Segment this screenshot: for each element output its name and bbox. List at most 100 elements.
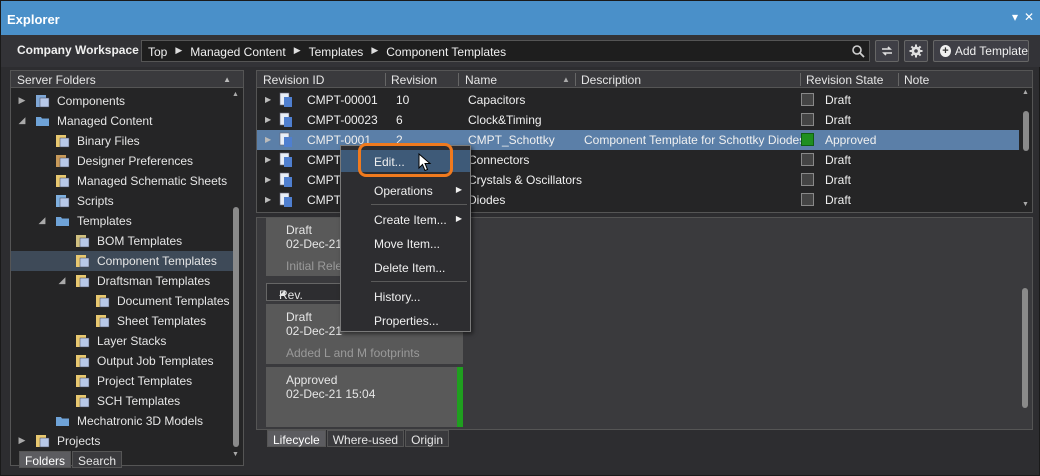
tree-item-label: Draftsman Templates — [97, 274, 211, 288]
tree-item-project-templates[interactable]: Project Templates — [11, 371, 233, 391]
menu-item-label: History... — [374, 290, 421, 304]
folder-icon — [36, 117, 49, 126]
col-revision-id[interactable]: Revision ID — [263, 73, 324, 87]
tab-search[interactable]: Search — [72, 451, 123, 468]
col-name[interactable]: Name — [465, 73, 497, 87]
tree-item-label: Managed Schematic Sheets — [77, 174, 228, 188]
binary-files-icon — [56, 135, 70, 148]
breadcrumb-managed-content[interactable]: Managed Content — [190, 45, 285, 59]
expand-icon[interactable]: ▶ — [265, 155, 271, 164]
tree-item-draftsman-templates[interactable]: ◢ Draftsman Templates — [11, 271, 233, 291]
menu-item-create-item[interactable]: Create Item... ▶ — [341, 208, 470, 230]
tree-item-label: Sheet Templates — [117, 314, 207, 328]
menu-item-label: Create Item... — [374, 213, 447, 227]
tree-item-output-job-templates[interactable]: Output Job Templates — [11, 351, 233, 371]
settings-button[interactable] — [904, 40, 928, 62]
menu-item-label: Delete Item... — [374, 261, 446, 275]
card-state: Approved — [286, 373, 338, 387]
expand-icon[interactable]: ▶ — [265, 195, 271, 204]
component-template-icon — [279, 92, 292, 107]
search-icon[interactable] — [851, 44, 865, 58]
workspace-selector[interactable]: Company Workspace▼ — [17, 43, 149, 57]
grid-scrollbar[interactable]: ▲ ▼ — [1022, 89, 1030, 211]
tree-item-label: Designer Preferences — [77, 154, 194, 168]
menu-item-delete-item[interactable]: Delete Item... — [341, 256, 470, 278]
breadcrumb-bar[interactable]: Top ▶ Managed Content ▶ Templates ▶ Compone… — [141, 40, 870, 62]
col-revision[interactable]: Revision — [391, 73, 437, 87]
col-revision-state[interactable]: Revision State — [806, 73, 883, 87]
server-folders-panel: Server Folders ▲ ▶ Components ◢ Managed Con… — [10, 70, 244, 466]
tree-item-managed-content[interactable]: ◢ Managed Content — [11, 111, 233, 131]
tree-item-mechatronic-3d-models[interactable]: Mechatronic 3D Models — [11, 411, 233, 431]
scrollbar-thumb[interactable] — [233, 207, 239, 447]
projects-icon — [36, 435, 50, 448]
expand-icon[interactable]: ▶ — [265, 135, 271, 144]
scroll-up-icon[interactable]: ▲ — [232, 91, 239, 98]
close-icon[interactable]: ✕ — [1021, 10, 1037, 24]
tree-item-layer-stacks[interactable]: Layer Stacks — [11, 331, 233, 351]
left-panel-tabs: Folders Search — [19, 451, 123, 468]
menu-item-history[interactable]: History... — [341, 285, 470, 307]
table-row[interactable]: ▶ CMPT-00023 6 Clock&Timing Draft — [257, 110, 1019, 130]
document-templates-icon — [96, 295, 110, 308]
collapse-icon[interactable]: ◢ — [17, 115, 27, 126]
tab-folders[interactable]: Folders — [19, 451, 72, 468]
name-cell: Connectors — [468, 153, 530, 167]
breadcrumb-top[interactable]: Top — [148, 45, 167, 59]
tab-lifecycle[interactable]: Lifecycle — [267, 430, 326, 447]
expand-icon[interactable]: ▶ — [17, 435, 27, 446]
plus-icon: + — [940, 45, 951, 57]
lifecycle-card-approved[interactable]: Approved 02-Dec-21 15:04 — [266, 367, 463, 427]
tree-item-managed-schematic-sheets[interactable]: Managed Schematic Sheets — [11, 171, 233, 191]
col-note[interactable]: Note — [904, 73, 929, 87]
lifecycle-scrollbar[interactable] — [1022, 288, 1028, 408]
scroll-down-icon[interactable]: ▼ — [1022, 201, 1029, 208]
tree-item-document-templates[interactable]: Document Templates — [11, 291, 233, 311]
tree-item-label: SCH Templates — [97, 394, 181, 408]
component-templates-icon — [76, 255, 90, 268]
tree-item-bom-templates[interactable]: BOM Templates — [11, 231, 233, 251]
tree-item-label: Layer Stacks — [97, 334, 167, 348]
scrollbar-thumb[interactable] — [1023, 111, 1029, 151]
refresh-button[interactable] — [875, 40, 899, 62]
col-description[interactable]: Description — [581, 73, 641, 87]
tree-item-sch-templates[interactable]: SCH Templates — [11, 391, 233, 411]
name-cell: Clock&Timing — [468, 113, 542, 127]
tree-item-templates[interactable]: ◢ Templates — [11, 211, 233, 231]
server-folders-header[interactable]: Server Folders ▲ — [11, 71, 243, 88]
expand-icon[interactable]: ▶ — [265, 175, 271, 184]
collapse-icon[interactable]: ◢ — [37, 215, 47, 226]
tree-item-designer-preferences[interactable]: Designer Preferences — [11, 151, 233, 171]
add-template-button[interactable]: + Add Template — [933, 40, 1029, 62]
menu-item-move-item[interactable]: Move Item... — [341, 232, 470, 254]
tree-item-sheet-templates[interactable]: Sheet Templates — [11, 311, 233, 331]
collapse-icon[interactable]: ◢ — [57, 275, 67, 286]
expand-icon[interactable]: ▶ — [265, 115, 271, 124]
sort-up-icon: ▲ — [223, 75, 231, 84]
window-title: Explorer — [7, 12, 60, 27]
menu-item-properties[interactable]: Properties... — [341, 309, 470, 331]
tree-item-projects[interactable]: ▶ Projects — [11, 431, 233, 451]
tree-item-label: BOM Templates — [97, 234, 183, 248]
tree-item-component-templates[interactable]: Component Templates — [11, 251, 233, 271]
chevron-right-icon: ▶ — [371, 45, 379, 55]
scroll-up-icon[interactable]: ▲ — [1022, 89, 1029, 96]
expand-icon[interactable]: ▶ — [265, 95, 271, 104]
expand-icon[interactable]: ▶ — [17, 95, 27, 106]
tab-origin[interactable]: Origin — [405, 430, 450, 447]
revision-id-cell: CMPT- — [307, 193, 345, 207]
breadcrumb-templates[interactable]: Templates — [309, 45, 364, 59]
components-icon — [36, 95, 50, 108]
tab-where-used[interactable]: Where-used — [326, 430, 405, 447]
folder-tree-scrollbar[interactable]: ▲ ▼ — [232, 91, 240, 459]
tree-item-scripts[interactable]: Scripts — [11, 191, 233, 211]
menu-item-operations[interactable]: Operations ▶ — [341, 179, 470, 201]
component-template-icon — [279, 192, 292, 207]
tree-item-components[interactable]: ▶ Components — [11, 91, 233, 111]
scroll-down-icon[interactable]: ▼ — [232, 451, 239, 458]
state-cell: Draft — [825, 93, 852, 107]
table-row[interactable]: ▶ CMPT-00001 10 Capacitors Draft — [257, 90, 1019, 110]
breadcrumb-component-templates[interactable]: Component Templates — [386, 45, 506, 59]
tree-item-binary-files[interactable]: Binary Files — [11, 131, 233, 151]
name-cell: Diodes — [468, 193, 506, 207]
